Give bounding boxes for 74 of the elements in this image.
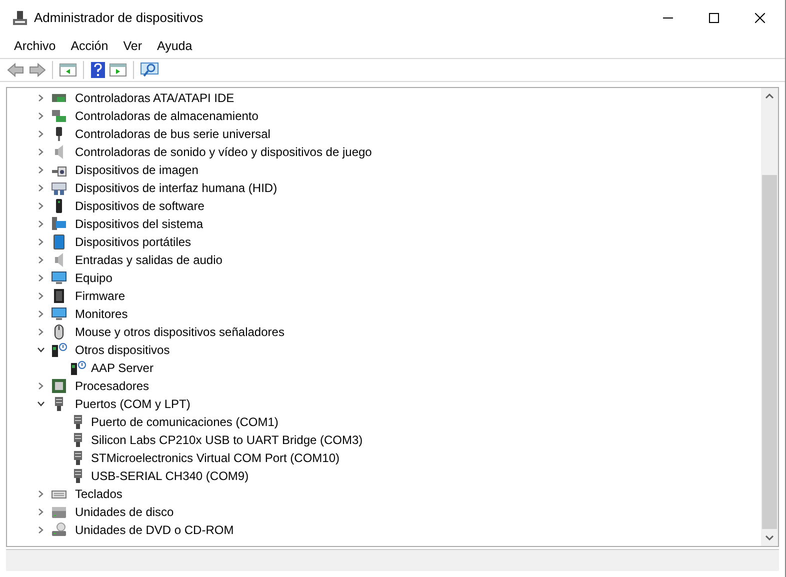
window-title: Administrador de dispositivos — [34, 9, 204, 28]
chip-icon — [51, 288, 67, 304]
unknown-device-icon — [51, 342, 67, 358]
computer-icon — [51, 216, 67, 232]
tree-item[interactable]: Dispositivos portátiles — [75, 233, 192, 251]
tree-item[interactable]: Controladoras de bus serie universal — [75, 125, 270, 143]
expand-chevron-icon[interactable] — [37, 490, 45, 498]
back-arrow-icon[interactable] — [7, 62, 25, 78]
tree-item[interactable]: Puerto de comunicaciones (COM1) — [91, 413, 278, 431]
tree-item[interactable]: Controladoras de almacenamiento — [75, 107, 258, 125]
expand-chevron-icon[interactable] — [37, 94, 45, 102]
disk-drive-icon — [51, 504, 67, 520]
expand-chevron-icon[interactable] — [37, 148, 45, 156]
unknown-device-icon — [70, 360, 86, 376]
disc-drive-icon — [51, 522, 67, 538]
tree-item[interactable]: Unidades de DVD o CD-ROM — [75, 521, 234, 539]
monitor-icon — [51, 306, 67, 322]
tree-item[interactable]: AAP Server — [91, 359, 154, 377]
tree-item[interactable]: USB-SERIAL CH340 (COM9) — [91, 467, 249, 485]
tree-item[interactable]: Silicon Labs CP210x USB to UART Bridge (COM3) — [91, 431, 363, 449]
expand-chevron-icon[interactable] — [37, 274, 45, 282]
tree-item[interactable]: Controladoras de sonido y vídeo y dispositivos de juego — [75, 143, 372, 161]
menu-item[interactable]: Acción — [64, 36, 116, 56]
collapse-chevron-icon[interactable] — [37, 400, 45, 408]
tree-item[interactable]: Dispositivos del sistema — [75, 215, 204, 233]
expand-chevron-icon[interactable] — [37, 526, 45, 534]
expand-chevron-icon[interactable] — [37, 328, 45, 336]
collapse-chevron-icon[interactable] — [37, 346, 45, 354]
monitor-icon — [51, 270, 67, 286]
tree-item[interactable]: STMicroelectronics Virtual COM Port (COM10) — [91, 449, 340, 467]
expand-chevron-icon[interactable] — [37, 508, 45, 516]
tree-item[interactable]: Firmware — [75, 287, 125, 305]
maximize-icon — [709, 13, 719, 23]
scan-monitor-icon[interactable] — [140, 61, 160, 79]
expand-chevron-icon[interactable] — [37, 130, 45, 138]
expand-chevron-icon[interactable] — [37, 220, 45, 228]
tree-item[interactable]: Dispositivos de software — [75, 197, 204, 215]
tree-item[interactable]: Equipo — [75, 269, 112, 287]
tree-item[interactable]: Entradas y salidas de audio — [75, 251, 222, 269]
menu-item[interactable]: Ver — [116, 36, 149, 56]
tree-item[interactable]: Procesadores — [75, 377, 150, 395]
processor-icon — [51, 378, 67, 394]
close-icon — [755, 13, 765, 23]
menu-item[interactable]: Ayuda — [150, 36, 200, 56]
properties-pane-icon[interactable] — [109, 62, 127, 78]
tree-item[interactable]: Controladoras ATA/ATAPI IDE — [75, 89, 234, 107]
tree-item[interactable]: Dispositivos de imagen — [75, 161, 198, 179]
forward-arrow-icon[interactable] — [28, 62, 46, 78]
tree-item[interactable]: Teclados — [75, 485, 122, 503]
tree-pane-icon[interactable] — [59, 62, 77, 78]
expand-chevron-icon[interactable] — [37, 256, 45, 264]
expand-chevron-icon[interactable] — [37, 310, 45, 318]
expand-chevron-icon[interactable] — [37, 292, 45, 300]
tree-item[interactable]: Unidades de disco — [75, 503, 174, 521]
scrollbar[interactable] — [761, 88, 778, 546]
tree-item[interactable]: Puertos (COM y LPT) — [75, 395, 190, 413]
expand-chevron-icon[interactable] — [37, 202, 45, 210]
expand-chevron-icon[interactable] — [37, 382, 45, 390]
minimize-icon — [663, 17, 673, 19]
storage-card-icon — [51, 108, 67, 124]
device-manager-icon — [12, 10, 28, 26]
menu-item[interactable]: Archivo — [7, 36, 63, 56]
expand-chevron-icon[interactable] — [37, 112, 45, 120]
tree-item[interactable]: Mouse y otros dispositivos señaladores — [75, 323, 284, 341]
scroll-thumb[interactable] — [762, 175, 777, 529]
help-icon[interactable] — [90, 61, 106, 79]
expand-chevron-icon[interactable] — [37, 238, 45, 246]
tree-item[interactable]: Monitores — [75, 305, 128, 323]
tablet-icon — [51, 234, 67, 250]
expand-chevron-icon[interactable] — [37, 166, 45, 174]
tree-item[interactable]: Otros dispositivos — [75, 341, 170, 359]
tree-item[interactable]: Dispositivos de interfaz humana (HID) — [75, 179, 278, 197]
expand-chevron-icon[interactable] — [37, 184, 45, 192]
keyboard-device-icon — [51, 180, 67, 196]
